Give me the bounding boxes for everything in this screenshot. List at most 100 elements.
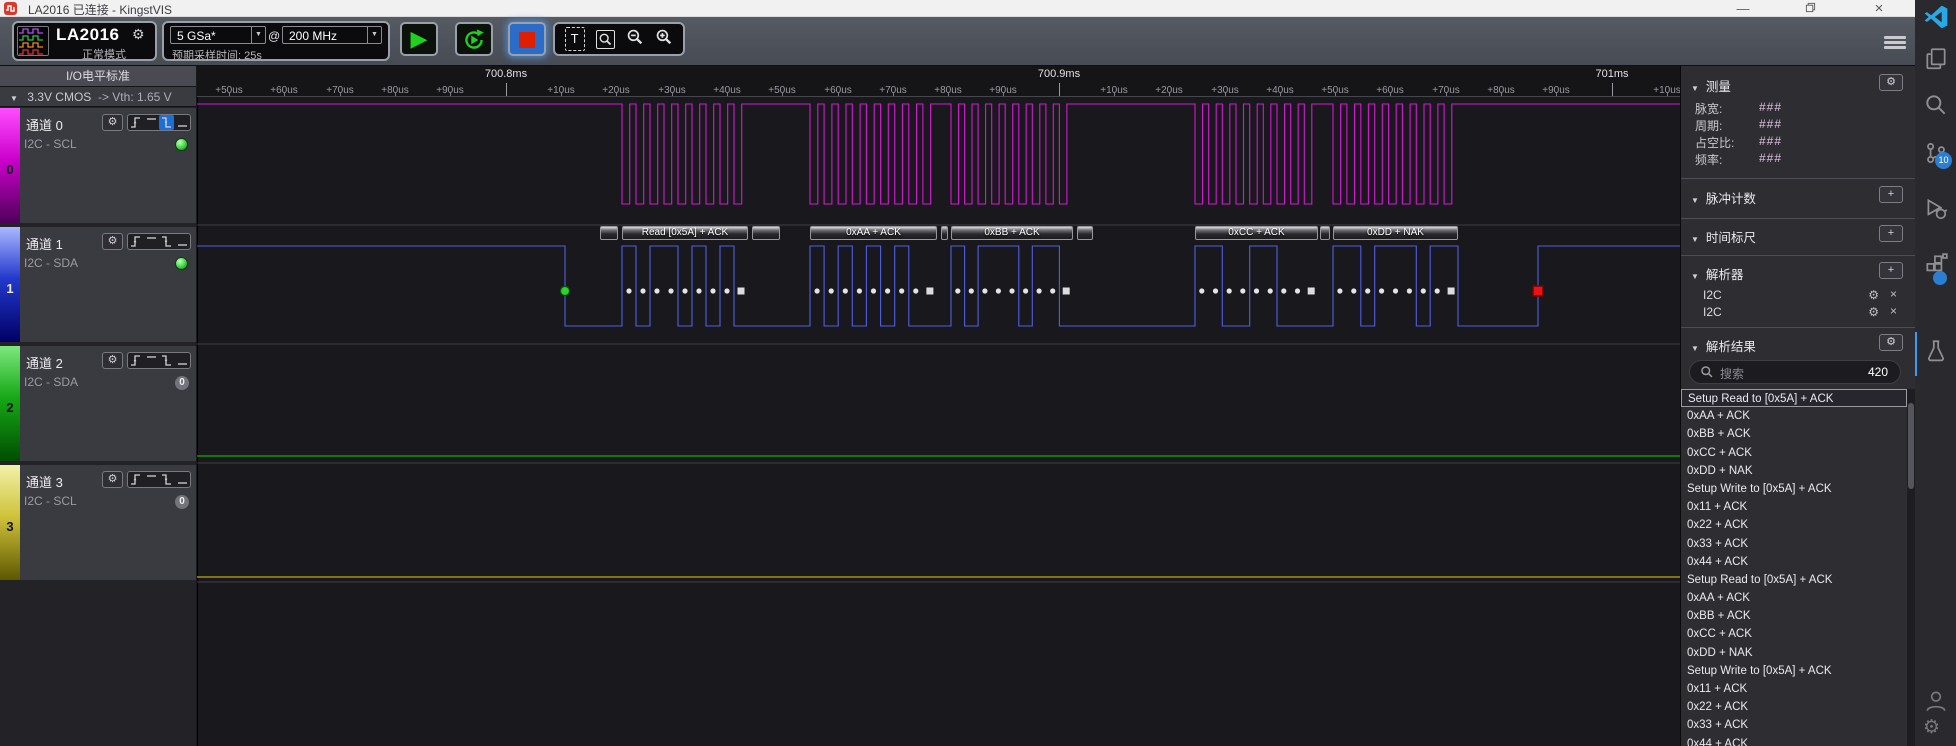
decoded-byte-label[interactable]: 0xBB + ACK	[951, 226, 1073, 240]
channel-activity-led	[175, 138, 188, 151]
decoded-ack-box[interactable]	[1320, 226, 1330, 240]
time-marker-add-button[interactable]: +	[1879, 225, 1903, 242]
decoder-add-button[interactable]: +	[1879, 262, 1903, 279]
trigger-high-icon[interactable]	[144, 353, 159, 368]
decoded-ack-box[interactable]	[752, 226, 780, 240]
result-row[interactable]: Setup Read to [0x5A] + ACK	[1681, 389, 1907, 407]
measure-label: 周期:	[1695, 117, 1722, 134]
result-row[interactable]: 0x44 + ACK	[1681, 553, 1907, 571]
channel-color-strip[interactable]: 2	[0, 346, 20, 461]
result-row[interactable]: 0x33 + ACK	[1681, 716, 1907, 734]
decoder-remove-icon[interactable]: ×	[1890, 304, 1897, 318]
result-row[interactable]: 0xBB + ACK	[1681, 607, 1907, 625]
run-debug-icon[interactable]	[1923, 196, 1949, 222]
channel-name: 通道 1	[26, 234, 63, 253]
section-time-marker[interactable]: ▼时间标尺	[1691, 227, 1756, 246]
results-settings-button[interactable]: ⚙	[1879, 334, 1903, 351]
channel-number: 1	[0, 281, 20, 296]
result-row[interactable]: 0x22 + ACK	[1681, 698, 1907, 716]
decoded-ack-box[interactable]	[600, 226, 618, 240]
decoder-settings-icon[interactable]: ⚙	[1868, 305, 1879, 319]
channel-color-strip[interactable]: 1	[0, 227, 20, 342]
testing-flask-icon[interactable]	[1923, 338, 1949, 364]
section-measure[interactable]: ▼测量	[1691, 76, 1731, 95]
trigger-rise-icon[interactable]	[128, 115, 143, 130]
decoded-ack-box[interactable]	[1077, 226, 1093, 240]
channel-number: 2	[0, 400, 20, 415]
channel-settings-button[interactable]: ⚙	[102, 233, 123, 250]
close-button[interactable]: ×	[1866, 1, 1892, 16]
trigger-low-icon[interactable]	[175, 472, 190, 487]
result-row[interactable]: 0x44 + ACK	[1681, 735, 1907, 746]
result-row[interactable]: 0xBB + ACK	[1681, 425, 1907, 443]
result-row[interactable]: 0x11 + ACK	[1681, 498, 1907, 516]
manage-gear-icon[interactable]: ⚙	[1923, 716, 1949, 742]
trigger-high-icon[interactable]	[144, 115, 159, 130]
measure-settings-button[interactable]: ⚙	[1879, 74, 1903, 91]
channel-settings-button[interactable]: ⚙	[102, 352, 123, 369]
decoder-settings-icon[interactable]: ⚙	[1868, 288, 1879, 302]
result-row[interactable]: Setup Write to [0x5A] + ACK	[1681, 662, 1907, 680]
device-waveform-icon	[17, 26, 49, 56]
section-decoder[interactable]: ▼解析器	[1691, 264, 1743, 283]
result-row[interactable]: 0xCC + ACK	[1681, 444, 1907, 462]
trigger-low-icon[interactable]	[175, 234, 190, 249]
decoded-ack-box[interactable]	[941, 226, 948, 240]
result-row[interactable]: Setup Write to [0x5A] + ACK	[1681, 480, 1907, 498]
result-row[interactable]: 0xAA + ACK	[1681, 589, 1907, 607]
device-box[interactable]: LA2016 ⚙ 正常模式	[12, 21, 157, 61]
trigger-low-icon[interactable]	[175, 115, 190, 130]
result-row[interactable]: 0x22 + ACK	[1681, 516, 1907, 534]
minimize-button[interactable]: —	[1730, 1, 1756, 16]
decoded-byte-label[interactable]: Read [0x5A] + ACK	[622, 226, 748, 240]
decoded-byte-label[interactable]: 0xAA + ACK	[810, 226, 937, 240]
result-row[interactable]: 0x33 + ACK	[1681, 535, 1907, 553]
trigger-fall-icon[interactable]	[159, 353, 174, 368]
decoder-item[interactable]: I2C	[1703, 288, 1722, 302]
right-panel: ▼测量 ⚙ 脉宽: ### 周期: ### 占空比: ### 频率: ### ▼…	[1680, 66, 1915, 746]
decoder-item[interactable]: I2C	[1703, 305, 1722, 319]
trigger-rise-icon[interactable]	[128, 353, 143, 368]
explorer-icon[interactable]	[1923, 46, 1949, 72]
result-row[interactable]: Setup Read to [0x5A] + ACK	[1681, 571, 1907, 589]
pulse-add-button[interactable]: +	[1879, 186, 1903, 203]
result-row[interactable]: 0xDD + NAK	[1681, 644, 1907, 662]
trigger-high-icon[interactable]	[144, 234, 159, 249]
section-results[interactable]: ▼解析结果	[1691, 336, 1756, 355]
results-scrollbar[interactable]	[1907, 389, 1915, 746]
channel-settings-button[interactable]: ⚙	[102, 471, 123, 488]
scrollbar-thumb[interactable]	[1908, 403, 1914, 489]
section-pulse-count[interactable]: ▼脉冲计数	[1691, 188, 1756, 207]
channel-settings-button[interactable]: ⚙	[102, 114, 123, 131]
channel-sidebar: I/O电平标准 ▼ 3.3V CMOS -> Vth: 1.65 V 0通道 0…	[0, 66, 196, 746]
search-icon	[1700, 365, 1714, 384]
decoded-byte-label[interactable]: 0xCC + ACK	[1195, 226, 1318, 240]
channel-color-strip[interactable]: 0	[0, 108, 20, 223]
menu-icon[interactable]	[1884, 36, 1906, 52]
waveform-svg	[197, 0, 1680, 746]
trigger-fall-icon[interactable]	[159, 234, 174, 249]
result-row[interactable]: 0xDD + NAK	[1681, 462, 1907, 480]
decoder-remove-icon[interactable]: ×	[1890, 287, 1897, 301]
trigger-fall-icon[interactable]	[159, 115, 174, 130]
trigger-rise-icon[interactable]	[128, 472, 143, 487]
trigger-mode-group	[127, 114, 191, 131]
trigger-low-icon[interactable]	[175, 353, 190, 368]
channel-color-strip[interactable]: 3	[0, 465, 20, 580]
account-icon[interactable]	[1923, 688, 1949, 714]
trigger-rise-icon[interactable]	[128, 234, 143, 249]
channel-number: 3	[0, 519, 20, 534]
search-icon[interactable]	[1923, 92, 1949, 118]
result-row[interactable]: 0xAA + ACK	[1681, 407, 1907, 425]
measure-value: ###	[1759, 100, 1782, 114]
results-search-input[interactable]: 搜索 420	[1689, 360, 1901, 384]
decoded-byte-label[interactable]: 0xDD + NAK	[1333, 226, 1458, 240]
measure-value: ###	[1759, 117, 1782, 131]
result-row[interactable]: 0x11 + ACK	[1681, 680, 1907, 698]
result-row[interactable]: 0xCC + ACK	[1681, 625, 1907, 643]
trigger-high-icon[interactable]	[144, 472, 159, 487]
maximize-button[interactable]	[1797, 1, 1823, 16]
device-settings-icon[interactable]: ⚙	[132, 26, 145, 43]
trigger-fall-icon[interactable]	[159, 472, 174, 487]
io-standard-select[interactable]: ▼ 3.3V CMOS -> Vth: 1.65 V	[0, 87, 196, 107]
